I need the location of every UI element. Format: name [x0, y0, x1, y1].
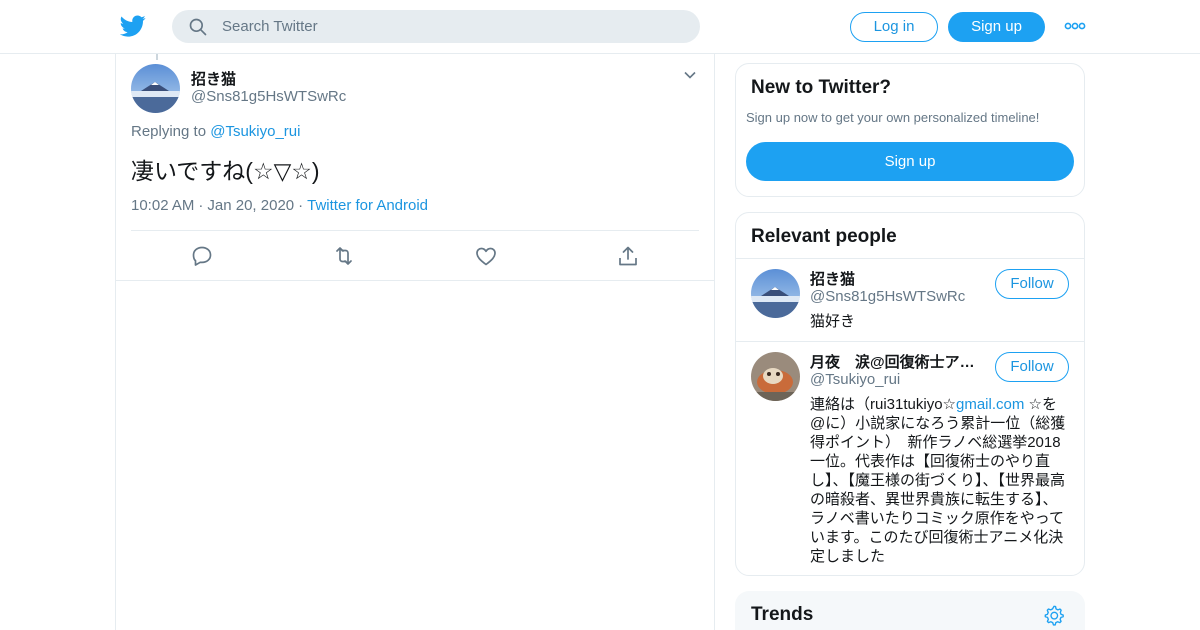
- person-handle[interactable]: @Tsukiyo_rui: [810, 371, 900, 388]
- relevant-people-card: Relevant people 招き猫 @Sns81g5HsWTSwRc Fol…: [735, 212, 1085, 576]
- tweet-source[interactable]: Twitter for Android: [307, 197, 428, 214]
- person-item[interactable]: 月夜 涙@回復術士ア… @Tsukiyo_rui Follow 連絡は（rui3…: [736, 342, 1084, 575]
- bio-link[interactable]: gmail.com: [956, 396, 1024, 413]
- avatar[interactable]: [131, 64, 180, 113]
- tweet-author-handle[interactable]: @Sns81g5HsWTSwRc: [191, 88, 346, 105]
- person-bio: 連絡は（rui31tukiyo☆gmail.com ☆を@に）小説家になろう累計…: [810, 395, 1072, 566]
- tweet-time[interactable]: 10:02 AM: [131, 197, 194, 214]
- signup-card-title: New to Twitter?: [751, 77, 892, 98]
- share-icon[interactable]: [616, 244, 640, 268]
- person-name[interactable]: 月夜 涙@回復術士ア…: [810, 351, 985, 372]
- retweet-icon[interactable]: [332, 244, 356, 268]
- person-handle[interactable]: @Sns81g5HsWTSwRc: [810, 288, 965, 305]
- trends-card: Trends: [735, 591, 1085, 630]
- tweet-actions: [116, 244, 714, 270]
- trends-title: Trends: [751, 604, 814, 625]
- bio-text: ☆を@に）小説家になろう累計一位（総獲得ポイント） 新作ラノベ総選挙2018一位…: [810, 396, 1066, 565]
- tweet-author-name[interactable]: 招き猫: [191, 68, 236, 89]
- reply-icon[interactable]: [190, 244, 214, 268]
- replying-prefix: Replying to: [131, 123, 207, 140]
- person-name[interactable]: 招き猫: [810, 268, 985, 289]
- signup-card: New to Twitter? Sign up now to get your …: [735, 63, 1085, 197]
- chevron-down-icon[interactable]: [683, 68, 697, 82]
- login-button[interactable]: Log in: [850, 12, 938, 42]
- avatar[interactable]: [751, 352, 800, 401]
- meta-separator: ·: [198, 197, 204, 214]
- follow-button[interactable]: Follow: [995, 352, 1069, 382]
- twitter-bird-icon[interactable]: [120, 13, 146, 39]
- signup-card-subtitle: Sign up now to get your own personalized…: [746, 110, 1040, 125]
- more-dots-icon[interactable]: [1064, 19, 1086, 33]
- bio-text: 連絡は（rui31tukiyo☆: [810, 396, 956, 413]
- person-bio: 猫好き: [810, 313, 856, 330]
- signup-button[interactable]: Sign up: [948, 12, 1045, 42]
- search-icon: [189, 18, 207, 36]
- person-item[interactable]: 招き猫 @Sns81g5HsWTSwRc Follow 猫好き: [736, 259, 1084, 341]
- gear-icon[interactable]: [1043, 604, 1065, 626]
- follow-button[interactable]: Follow: [995, 269, 1069, 299]
- tweet-meta: 10:02 AM · Jan 20, 2020 · Twitter for Androi…: [131, 197, 428, 214]
- search-input[interactable]: [222, 10, 682, 43]
- divider: [131, 230, 699, 231]
- relevant-people-title: Relevant people: [751, 226, 897, 247]
- top-nav: Log in Sign up: [0, 0, 1200, 54]
- signup-card-button[interactable]: Sign up: [746, 142, 1074, 181]
- avatar[interactable]: [751, 269, 800, 318]
- thread-connector: [156, 54, 158, 60]
- meta-separator: ·: [298, 197, 304, 214]
- search-bar[interactable]: [172, 10, 700, 43]
- divider: [116, 280, 714, 281]
- tweet-detail: 招き猫 @Sns81g5HsWTSwRc Replying to @Tsukiy…: [115, 54, 715, 630]
- replying-to-link[interactable]: @Tsukiyo_rui: [210, 123, 300, 140]
- tweet-text: 凄いですね(☆▽☆): [131, 158, 320, 184]
- heart-icon[interactable]: [474, 244, 498, 268]
- tweet-date[interactable]: Jan 20, 2020: [207, 197, 294, 214]
- replying-to: Replying to @Tsukiyo_rui: [131, 123, 300, 140]
